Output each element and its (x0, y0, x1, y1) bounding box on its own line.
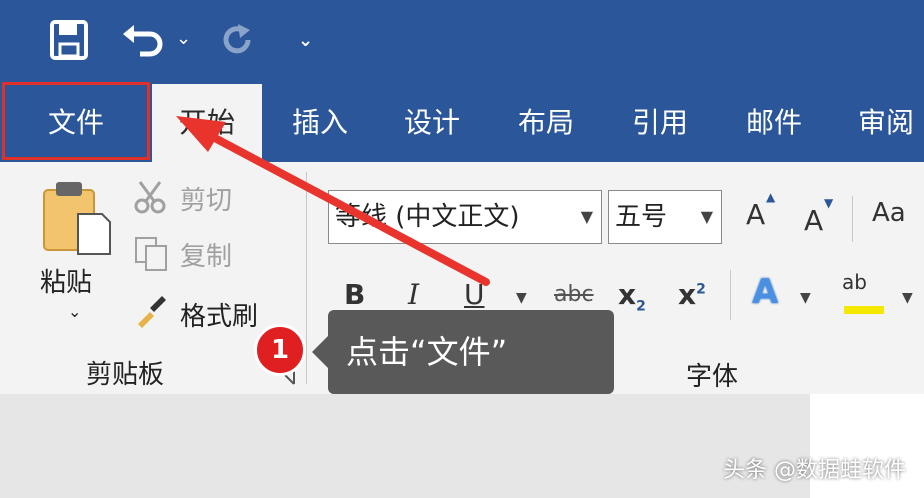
annotation-arrow (176, 116, 490, 286)
tooltip-pointer (312, 336, 328, 368)
step-number-badge: 1 (254, 324, 306, 376)
annotation-tooltip: 点击“文件” (328, 310, 614, 394)
watermark: 头条 @数据蛙软件 (723, 458, 906, 483)
